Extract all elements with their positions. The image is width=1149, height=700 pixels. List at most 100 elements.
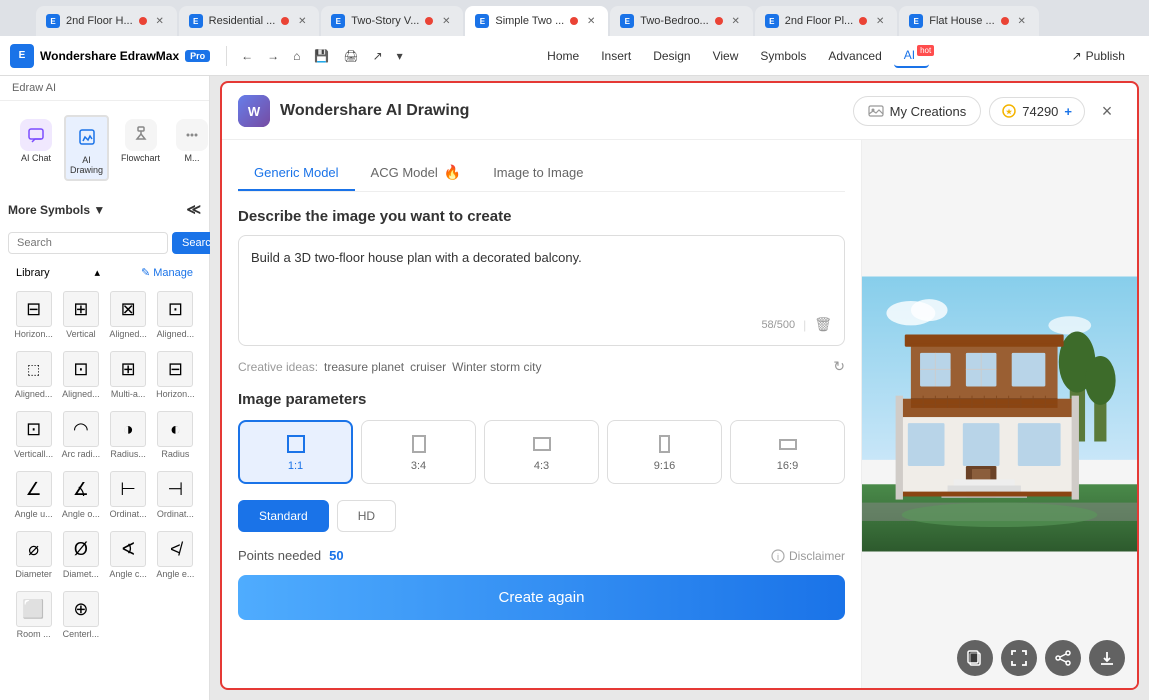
menu-symbols[interactable]: Symbols — [750, 45, 816, 67]
tab-close-5[interactable]: ✕ — [729, 14, 743, 28]
sidebar-item-ai-chat[interactable]: AI Chat — [16, 115, 56, 181]
tab-simple-two[interactable]: E Simple Two ... ✕ — [465, 6, 608, 36]
tab-flat-house[interactable]: E Flat House ... ✕ — [899, 6, 1038, 36]
symbol-box-9: ⊡ — [16, 411, 52, 447]
tab-two-bedroom[interactable]: E Two-Bedroo... ✕ — [610, 6, 752, 36]
menu-ai[interactable]: AI hot — [894, 44, 929, 68]
download-icon — [1098, 649, 1116, 667]
ratio-4-3-button[interactable]: 4:3 — [484, 420, 599, 484]
tab-dot-6 — [859, 17, 867, 25]
menu-advanced[interactable]: Advanced — [818, 45, 891, 67]
ratio-4-3-label: 4:3 — [534, 460, 549, 472]
symbol-multi-a[interactable]: ⊞ Multi-a... — [107, 347, 150, 403]
home-button[interactable]: ⌂ — [287, 46, 306, 66]
tab-2nd-floor-pl[interactable]: E 2nd Floor Pl... ✕ — [755, 6, 897, 36]
download-button[interactable] — [1089, 640, 1125, 676]
quality-standard-button[interactable]: Standard — [238, 500, 329, 532]
publish-button[interactable]: ↗ Publish — [1058, 44, 1139, 68]
ai-chat-label: AI Chat — [21, 153, 51, 163]
idea-treasure-planet[interactable]: treasure planet — [324, 360, 404, 374]
ratio-16-9-button[interactable]: 16:9 — [730, 420, 845, 484]
symbol-horizon[interactable]: ⊟ Horizon... — [12, 287, 55, 343]
sidebar-item-flowchart[interactable]: Flowchart — [117, 115, 164, 181]
menu-design[interactable]: Design — [643, 45, 700, 67]
symbol-room[interactable]: ⬜ Room ... — [12, 587, 55, 643]
fullscreen-button[interactable] — [1001, 640, 1037, 676]
symbol-angle-o[interactable]: ∡ Angle o... — [59, 467, 102, 523]
symbol-centerl[interactable]: ⊕ Centerl... — [59, 587, 102, 643]
sidebar-more-symbols[interactable]: More Symbols ▼ ≪ — [0, 195, 209, 224]
export-button[interactable]: ↗ — [367, 46, 389, 66]
close-button[interactable]: × — [1093, 97, 1121, 125]
symbol-aligned-1[interactable]: ⊠ Aligned... — [107, 287, 150, 343]
save-button[interactable]: 💾 — [308, 46, 335, 66]
collapse-btn[interactable]: ≪ — [186, 201, 201, 218]
symbol-aligned-4[interactable]: ⊡ Aligned... — [59, 347, 102, 403]
my-creations-button[interactable]: My Creations — [853, 96, 982, 126]
symbol-box-1: ⊟ — [16, 291, 52, 327]
sidebar-title-btns: ≪ — [186, 201, 201, 218]
tab-acg-model[interactable]: ACG Model 🔥 — [355, 156, 478, 191]
symbol-diameter[interactable]: ⌀ Diameter — [12, 527, 55, 583]
tab-generic-model[interactable]: Generic Model — [238, 156, 355, 191]
copy-image-button[interactable] — [957, 640, 993, 676]
menu-view[interactable]: View — [703, 45, 749, 67]
disclaimer-button[interactable]: i Disclaimer — [771, 549, 845, 563]
back-button[interactable]: ← — [235, 46, 259, 66]
symbol-vertical[interactable]: ⊞ Vertical — [59, 287, 102, 343]
symbol-angle-c[interactable]: ∢ Angle c... — [107, 527, 150, 583]
ratio-3-4-icon — [407, 432, 431, 456]
menu-insert[interactable]: Insert — [591, 45, 641, 67]
app-logo-icon: E — [10, 44, 34, 68]
ratio-1-1-button[interactable]: 1:1 — [238, 420, 353, 484]
symbol-horizon-2[interactable]: ⊟ Horizon... — [154, 347, 197, 403]
ratio-3-4-button[interactable]: 3:4 — [361, 420, 476, 484]
forward-button[interactable]: → — [261, 46, 285, 66]
delete-prompt-button[interactable]: 🗑 — [814, 316, 832, 333]
ratio-9-16-button[interactable]: 9:16 — [607, 420, 722, 484]
sidebar-item-more[interactable]: M... — [172, 115, 212, 181]
tab-2nd-floor[interactable]: E 2nd Floor H... ✕ — [36, 6, 177, 36]
dropdown-button[interactable]: ▾ — [391, 46, 409, 66]
plus-label: + — [1064, 104, 1072, 119]
search-input[interactable] — [8, 232, 168, 254]
share-button[interactable] — [1045, 640, 1081, 676]
symbol-diamet[interactable]: Ø Diamet... — [59, 527, 102, 583]
prompt-area[interactable]: Build a 3D two-floor house plan with a d… — [238, 235, 845, 346]
print-button[interactable]: 🖨 — [337, 46, 364, 66]
symbol-ordinat-1[interactable]: ⊢ Ordinat... — [107, 467, 150, 523]
manage-button[interactable]: ✎ Manage — [141, 266, 193, 279]
publish-icon: ↗ — [1072, 49, 1082, 63]
tab-image-to-image[interactable]: Image to Image — [477, 156, 599, 191]
quality-hd-button[interactable]: HD — [337, 500, 396, 532]
tab-close-1[interactable]: ✕ — [153, 14, 167, 28]
tab-close-6[interactable]: ✕ — [873, 14, 887, 28]
symbol-radius-2[interactable]: ◐ Radius — [154, 407, 197, 463]
symbol-angle-e[interactable]: ≮ Angle e... — [154, 527, 197, 583]
tab-residential[interactable]: E Residential ... ✕ — [179, 6, 320, 36]
tab-icon-3: E — [331, 14, 345, 28]
tab-close-4[interactable]: ✕ — [584, 14, 598, 28]
create-again-button[interactable]: Create again — [238, 575, 845, 620]
tab-two-story[interactable]: E Two-Story V... ✕ — [321, 6, 463, 36]
sidebar-item-ai-drawing[interactable]: AI Drawing — [64, 115, 109, 181]
symbol-vertically[interactable]: ⊡ Verticall... — [12, 407, 55, 463]
tab-close-7[interactable]: ✕ — [1015, 14, 1029, 28]
tab-close-2[interactable]: ✕ — [295, 14, 309, 28]
symbol-radius-1[interactable]: ◑ Radius... — [107, 407, 150, 463]
prompt-text: Build a 3D two-floor house plan with a d… — [251, 248, 832, 308]
symbol-aligned-3[interactable]: ⬚ Aligned... — [12, 347, 55, 403]
idea-cruiser[interactable]: cruiser — [410, 360, 446, 374]
refresh-ideas-button[interactable]: ↻ — [833, 358, 845, 375]
symbol-angle-u[interactable]: ∠ Angle u... — [12, 467, 55, 523]
tab-dot-5 — [715, 17, 723, 25]
idea-winter-storm[interactable]: Winter storm city — [452, 360, 541, 374]
points-button[interactable]: ★ 74290 + — [989, 97, 1085, 126]
symbol-box-5: ⬚ — [16, 351, 52, 387]
symbol-ordinat-2[interactable]: ⊣ Ordinat... — [154, 467, 197, 523]
menu-home[interactable]: Home — [537, 45, 589, 67]
symbol-aligned-2[interactable]: ⊡ Aligned... — [154, 287, 197, 343]
symbol-arc-radius[interactable]: ◠ Arc radi... — [59, 407, 102, 463]
tab-close-3[interactable]: ✕ — [439, 14, 453, 28]
acg-model-label: ACG Model — [371, 165, 438, 180]
